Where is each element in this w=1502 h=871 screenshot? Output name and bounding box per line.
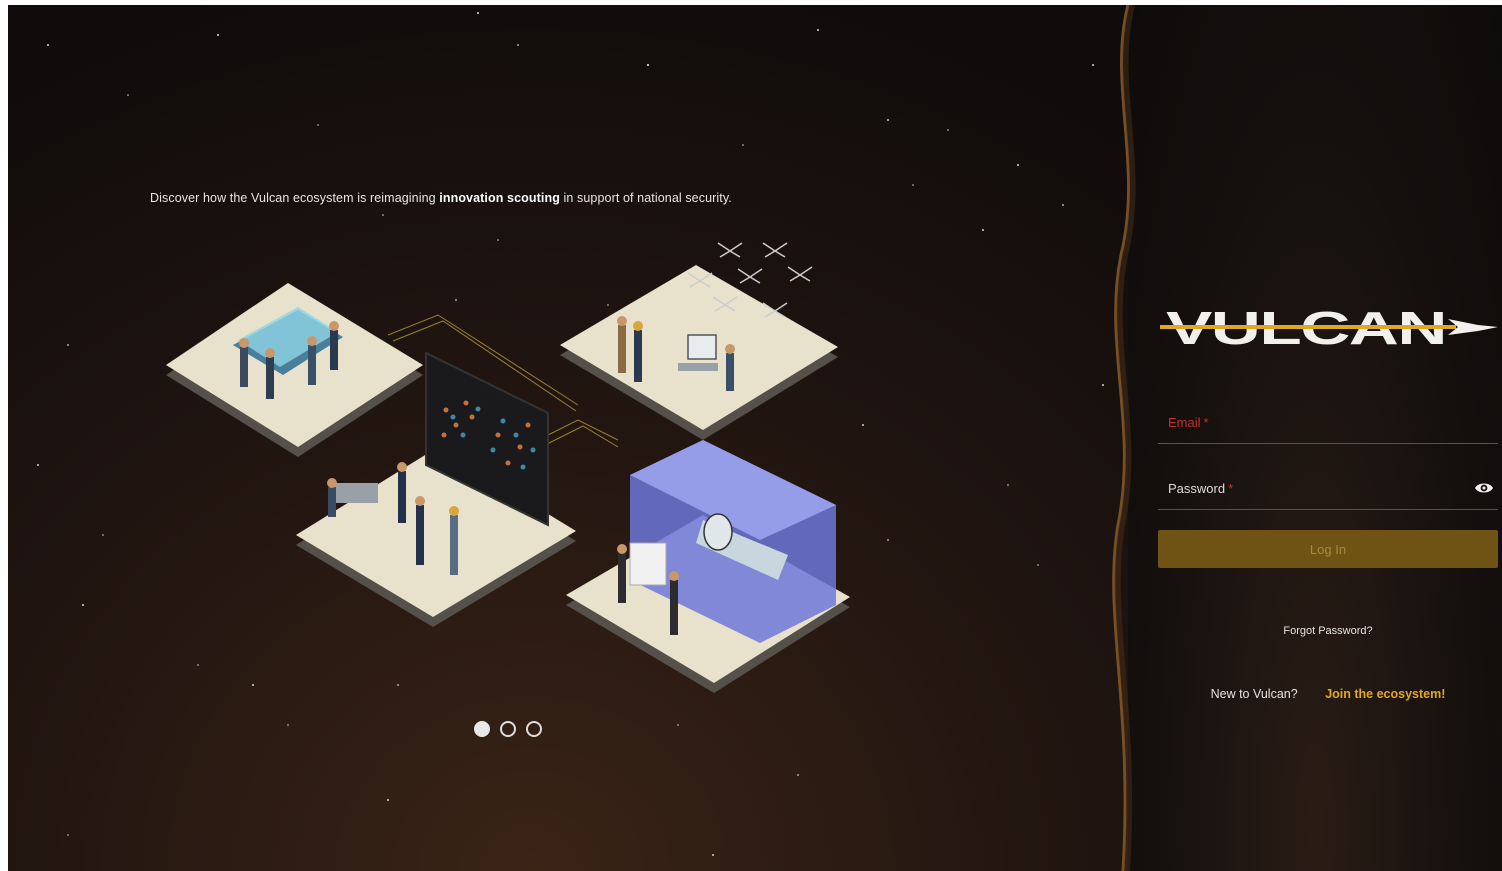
login-button[interactable]: Log In [1158,530,1498,568]
signup-prompt: New to Vulcan? Join the ecosystem! [1158,687,1498,701]
join-ecosystem-link[interactable]: Join the ecosystem! [1325,687,1445,701]
carousel-dot-2[interactable] [500,721,516,737]
wavy-divider [1112,5,1136,871]
tagline-text: Discover how the Vulcan ecosystem is rei… [150,191,440,205]
carousel-dot-3[interactable] [526,721,542,737]
password-label: Password * [1168,481,1234,496]
carousel-indicators [474,721,542,737]
new-user-text: New to Vulcan? [1210,687,1298,701]
tagline-highlight: innovation scouting [439,191,560,205]
eye-icon[interactable] [1474,481,1494,495]
isometric-illustration [166,242,850,693]
login-page: Discover how the Vulcan ecosystem is rei… [8,5,1502,871]
tagline-text-end: in support of national security. [559,191,732,205]
email-field[interactable]: Email * [1158,407,1498,444]
platform-collaboration [166,283,423,457]
hero-tagline: Discover how the Vulcan ecosystem is rei… [150,191,732,205]
carousel-dot-1[interactable] [474,721,490,737]
forgot-password-link[interactable]: Forgot Password? [1158,625,1498,637]
email-label: Email * [1168,415,1209,430]
platform-testing [566,440,850,693]
vulcan-logo: VULCAN [1160,302,1498,351]
platform-workstation [560,265,838,440]
password-field[interactable]: Password * [1158,473,1498,510]
